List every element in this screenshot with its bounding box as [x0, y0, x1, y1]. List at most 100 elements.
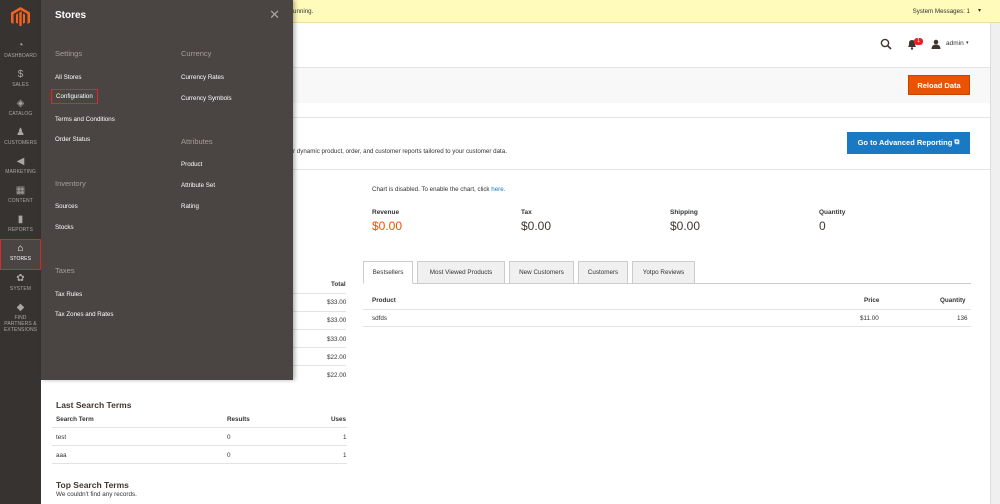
menu-item-sources[interactable]: Sources — [55, 203, 78, 210]
flyout-heading-currency: Currency — [181, 49, 212, 58]
magento-logo-icon[interactable] — [11, 7, 30, 27]
advanced-reporting-button[interactable]: Go to Advanced Reporting ⧉ — [847, 132, 970, 154]
system-messages-toggle[interactable]: System Messages: 1 — [913, 8, 970, 15]
order-total: $33.00 — [327, 336, 347, 343]
menu-item-order-status[interactable]: Order Status — [55, 136, 90, 143]
user-icon[interactable] — [931, 39, 941, 49]
tab-new-customers[interactable]: New Customers — [509, 261, 574, 284]
menu-item-configuration[interactable]: Configuration — [51, 89, 98, 104]
megaphone-icon: ◀ — [16, 156, 25, 167]
top-search-empty-message: We couldn't find any records. — [56, 491, 137, 498]
stat-revenue: Revenue $0.00 — [372, 209, 403, 233]
flyout-heading-inventory: Inventory — [55, 179, 86, 188]
bestsellers-header-quantity: Quantity — [940, 297, 966, 304]
close-icon[interactable]: ✕ — [269, 8, 280, 21]
dashboard-tabs: Bestsellers Most Viewed Products New Cus… — [363, 261, 971, 284]
gear-icon: ✿ — [16, 273, 25, 284]
chevron-down-icon[interactable]: ▾ — [978, 7, 981, 14]
menu-item-currency-symbols[interactable]: Currency Symbols — [181, 95, 232, 102]
stores-flyout-menu: Stores ✕ Settings All Stores Configurati… — [41, 0, 293, 380]
order-total: $22.00 — [327, 354, 347, 361]
dashboard-icon: ◔ — [17, 40, 24, 51]
chevron-down-icon[interactable]: ▾ — [966, 40, 969, 46]
menu-item-attribute-set[interactable]: Attribute Set — [181, 182, 215, 189]
menu-item-terms-and-conditions[interactable]: Terms and Conditions — [55, 116, 115, 123]
menu-item-product[interactable]: Product — [181, 161, 202, 168]
nav-system[interactable]: ✿ SYSTEM — [0, 270, 41, 299]
flyout-heading-attributes: Attributes — [181, 137, 213, 146]
nav-sales[interactable]: $ SALES — [0, 66, 41, 95]
user-icon: ♟ — [16, 127, 25, 138]
flyout-title: Stores — [55, 10, 87, 21]
order-total: $33.00 — [327, 299, 347, 306]
nav-reports[interactable]: ▮ REPORTS — [0, 211, 41, 240]
advanced-reporting-label: Go to Advanced Reporting — [857, 138, 953, 147]
nav-content[interactable]: ▦ CONTENT — [0, 182, 41, 211]
search-header-term: Search Term — [56, 416, 94, 423]
nav-find-partners[interactable]: ◆ FIND PARTNERS & EXTENSIONS — [0, 299, 41, 339]
top-search-terms-title: Top Search Terms — [56, 480, 129, 490]
menu-item-rating[interactable]: Rating — [181, 203, 199, 210]
nav-catalog[interactable]: ◈ CATALOG — [0, 95, 41, 124]
divider — [293, 117, 990, 118]
divider — [293, 329, 346, 330]
dollar-icon: $ — [17, 69, 24, 80]
divider — [293, 293, 346, 294]
nav-stores[interactable]: ⌂ STORES — [0, 239, 41, 270]
order-total: $33.00 — [327, 317, 347, 324]
search-uses: 1 — [343, 452, 347, 459]
nav-marketing[interactable]: ◀ MARKETING — [0, 153, 41, 182]
nav-customers[interactable]: ♟ CUSTOMERS — [0, 124, 41, 153]
content-icon: ▦ — [15, 185, 26, 196]
system-notice-bar: unning. System Messages: 1 ▾ — [293, 0, 1000, 23]
reload-data-button[interactable]: Reload Data — [908, 75, 970, 95]
box-icon: ◈ — [16, 98, 25, 109]
divider — [293, 347, 346, 348]
stat-tax: Tax $0.00 — [521, 209, 552, 233]
advanced-reporting-description: r dynamic product, order, and customer r… — [293, 148, 507, 155]
divider — [52, 427, 347, 428]
chart-disabled-message: Chart is disabled. To enable the chart, … — [372, 186, 506, 193]
stat-shipping: Shipping $0.00 — [670, 209, 701, 233]
search-results: 0 — [227, 452, 231, 459]
tab-yotpo-reviews[interactable]: Yotpo Reviews — [632, 261, 695, 284]
search-term[interactable]: test — [56, 434, 66, 441]
admin-user-menu[interactable]: admin — [946, 40, 964, 47]
divider — [52, 463, 347, 464]
nav-dashboard[interactable]: ◔ DASHBOARD — [0, 37, 41, 66]
flyout-heading-settings: Settings — [55, 49, 83, 58]
tab-customers[interactable]: Customers — [578, 261, 628, 284]
last-search-terms-title: Last Search Terms — [56, 400, 132, 410]
puzzle-icon: ◆ — [16, 302, 25, 313]
admin-sidebar: ◔ DASHBOARD $ SALES ◈ CATALOG ♟ CUSTOMER… — [0, 0, 41, 504]
stat-quantity: Quantity 0 — [819, 209, 846, 233]
bestseller-product[interactable]: sdfds — [372, 315, 387, 322]
search-results: 0 — [227, 434, 231, 441]
menu-item-tax-zones-and-rates[interactable]: Tax Zones and Rates — [55, 311, 113, 318]
search-term[interactable]: aaa — [56, 452, 67, 459]
divider — [363, 326, 971, 327]
external-link-icon: ⧉ — [954, 139, 960, 146]
search-uses: 1 — [343, 434, 347, 441]
page-scrollbar[interactable] — [990, 23, 1000, 504]
tab-most-viewed-products[interactable]: Most Viewed Products — [417, 261, 505, 284]
bestseller-quantity: 136 — [957, 315, 968, 322]
tab-bestsellers[interactable]: Bestsellers — [363, 261, 413, 284]
bestseller-price: $11.00 — [860, 315, 879, 322]
divider — [293, 365, 346, 366]
notification-count-badge: 1 — [914, 38, 923, 45]
menu-item-stocks[interactable]: Stocks — [55, 224, 74, 231]
enable-chart-link[interactable]: here. — [491, 186, 505, 193]
divider — [293, 169, 990, 170]
search-header-results: Results — [227, 416, 250, 423]
notice-message: unning. — [293, 8, 314, 15]
search-icon[interactable] — [880, 38, 892, 50]
orders-header-total: Total — [331, 281, 346, 288]
menu-item-all-stores[interactable]: All Stores — [55, 74, 81, 81]
page-actions-band — [293, 67, 990, 103]
menu-item-tax-rules[interactable]: Tax Rules — [55, 291, 82, 298]
order-total: $22.00 — [327, 372, 347, 379]
bar-chart-icon: ▮ — [17, 214, 24, 225]
menu-item-currency-rates[interactable]: Currency Rates — [181, 74, 224, 81]
search-header-uses: Uses — [331, 416, 347, 423]
